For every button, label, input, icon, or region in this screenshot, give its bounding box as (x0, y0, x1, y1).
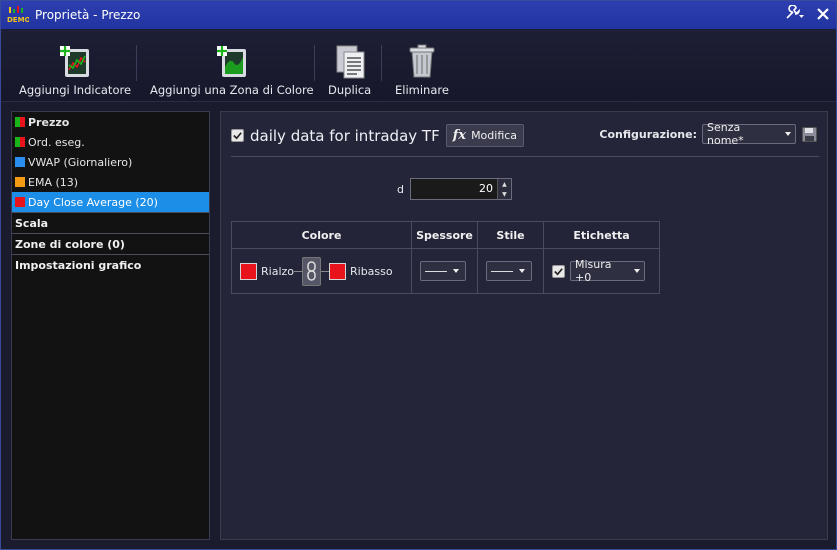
color-swatch (15, 157, 25, 167)
color-link-group (294, 256, 329, 286)
sidebar-item-day-close-average[interactable]: Day Close Average (20) (12, 192, 209, 212)
thickness-dropdown[interactable] (420, 261, 466, 281)
color-swatch (15, 117, 25, 127)
chevron-down-icon (634, 269, 640, 273)
add-color-zone-label: Aggiungi una Zona di Colore (150, 83, 314, 97)
properties-panel: daily data for intraday TF fx Modifica C… (220, 111, 828, 540)
thickness-cell (411, 248, 478, 294)
down-color-label: Ribasso (350, 264, 393, 278)
spinner-up-icon[interactable]: ▲ (498, 179, 511, 189)
indicator-header: daily data for intraday TF fx Modifica (231, 124, 525, 147)
modify-label: Modifica (471, 129, 518, 142)
save-icon[interactable] (802, 126, 817, 142)
up-color-swatch[interactable] (240, 262, 257, 280)
connector-line (321, 270, 329, 272)
parameter-label: d (397, 182, 404, 196)
trash-icon (409, 44, 435, 78)
style-cell (477, 248, 544, 294)
delete-button[interactable]: Eliminare (395, 43, 449, 97)
sidebar-section-scala[interactable]: Scala (12, 212, 209, 233)
label-value: Misura +0 (575, 258, 612, 284)
sidebar-item-label: Day Close Average (20) (28, 195, 158, 209)
sidebar-item-vwap[interactable]: VWAP (Giornaliero) (12, 152, 209, 172)
toolbar-separator (136, 45, 137, 81)
sidebar-item-label: Ord. eseg. (28, 135, 85, 149)
plot-style-table: Colore Spessore Stile Etichetta Rialzo R… (231, 221, 660, 294)
wrench-menu-icon[interactable] (784, 4, 806, 25)
column-header-color: Colore (231, 221, 412, 249)
label-dropdown[interactable]: Misura +0 (570, 258, 645, 284)
sidebar-item-ord-eseg[interactable]: Ord. eseg. (12, 132, 209, 152)
indicator-enabled-checkbox[interactable] (231, 129, 244, 142)
sidebar-item-label: Prezzo (28, 115, 70, 129)
color-cell: Rialzo Ribasso (231, 248, 412, 294)
modify-button[interactable]: fx Modifica (445, 124, 525, 147)
close-icon[interactable] (816, 6, 830, 25)
spinner-arrows: ▲ ▼ (496, 179, 511, 199)
duplicate-icon (336, 45, 365, 79)
line-style-dropdown[interactable] (486, 261, 532, 281)
chevron-down-icon (453, 269, 459, 273)
add-indicator-icon (60, 46, 90, 77)
chevron-down-icon (785, 132, 791, 136)
connector-line (294, 270, 302, 272)
indicator-name: daily data for intraday TF (250, 126, 440, 145)
add-indicator-button[interactable]: Aggiungi Indicatore (19, 43, 131, 97)
duplicate-label: Duplica (328, 83, 372, 97)
link-chain-icon[interactable] (302, 256, 321, 286)
add-color-zone-button[interactable]: Aggiungi una Zona di Colore (150, 43, 314, 97)
label-enabled-checkbox[interactable] (552, 264, 565, 278)
chevron-down-icon (519, 269, 525, 273)
configuration-value: Senza nome* (707, 121, 744, 147)
header-divider (231, 156, 819, 157)
sidebar-section-chart-settings[interactable]: Impostazioni grafico (12, 254, 209, 275)
svg-text:DEMO: DEMO (7, 16, 29, 24)
delete-label: Eliminare (395, 83, 449, 97)
column-header-label: Etichetta (543, 221, 660, 249)
parameter-value[interactable]: 20 (411, 179, 497, 199)
sidebar-item-label: VWAP (Giornaliero) (28, 155, 133, 169)
color-swatch (15, 177, 25, 187)
down-color-swatch[interactable] (329, 262, 346, 280)
color-swatch (15, 197, 25, 207)
table-row: Rialzo Ribasso Misura +0 (231, 248, 660, 294)
duplicate-button[interactable]: Duplica (328, 43, 371, 97)
sidebar-item-ema[interactable]: EMA (13) (12, 172, 209, 192)
spinner-down-icon[interactable]: ▼ (498, 189, 511, 199)
toolbar: Aggiungi Indicatore Aggiungi una Zona di… (1, 29, 836, 102)
sidebar: Prezzo Ord. eseg. VWAP (Giornaliero) EMA… (11, 111, 210, 540)
add-indicator-label: Aggiungi Indicatore (19, 83, 132, 97)
column-header-style: Stile (477, 221, 544, 249)
line-style-icon (491, 270, 513, 272)
properties-window: DEMO Proprietà - Prezzo Aggiungi Indicat… (0, 0, 837, 550)
sidebar-item-label: EMA (13) (28, 175, 79, 189)
parameter-d-spinner[interactable]: 20 ▲ ▼ (409, 178, 512, 200)
column-header-thickness: Spessore (411, 221, 478, 249)
add-color-zone-icon (216, 46, 246, 77)
sidebar-section-color-zones[interactable]: Zone di colore (0) (12, 233, 209, 254)
configuration-dropdown[interactable]: Senza nome* (702, 121, 796, 147)
sidebar-item-prezzo[interactable]: Prezzo (12, 112, 209, 132)
toolbar-separator (314, 45, 315, 81)
label-cell: Misura +0 (543, 248, 660, 294)
title-bar: DEMO Proprietà - Prezzo (1, 1, 836, 29)
function-icon: fx (452, 128, 467, 143)
parameter-d: d 20 ▲ ▼ (397, 178, 512, 200)
toolbar-separator (381, 45, 382, 81)
configuration-label: Configurazione: (599, 127, 697, 141)
color-swatch (15, 137, 25, 147)
up-color-label: Rialzo (261, 264, 294, 278)
app-logo: DEMO (7, 6, 31, 24)
configuration-group: Configurazione: Senza nome* (599, 121, 817, 147)
window-title: Proprietà - Prezzo (35, 8, 141, 22)
line-width-icon (425, 270, 447, 272)
